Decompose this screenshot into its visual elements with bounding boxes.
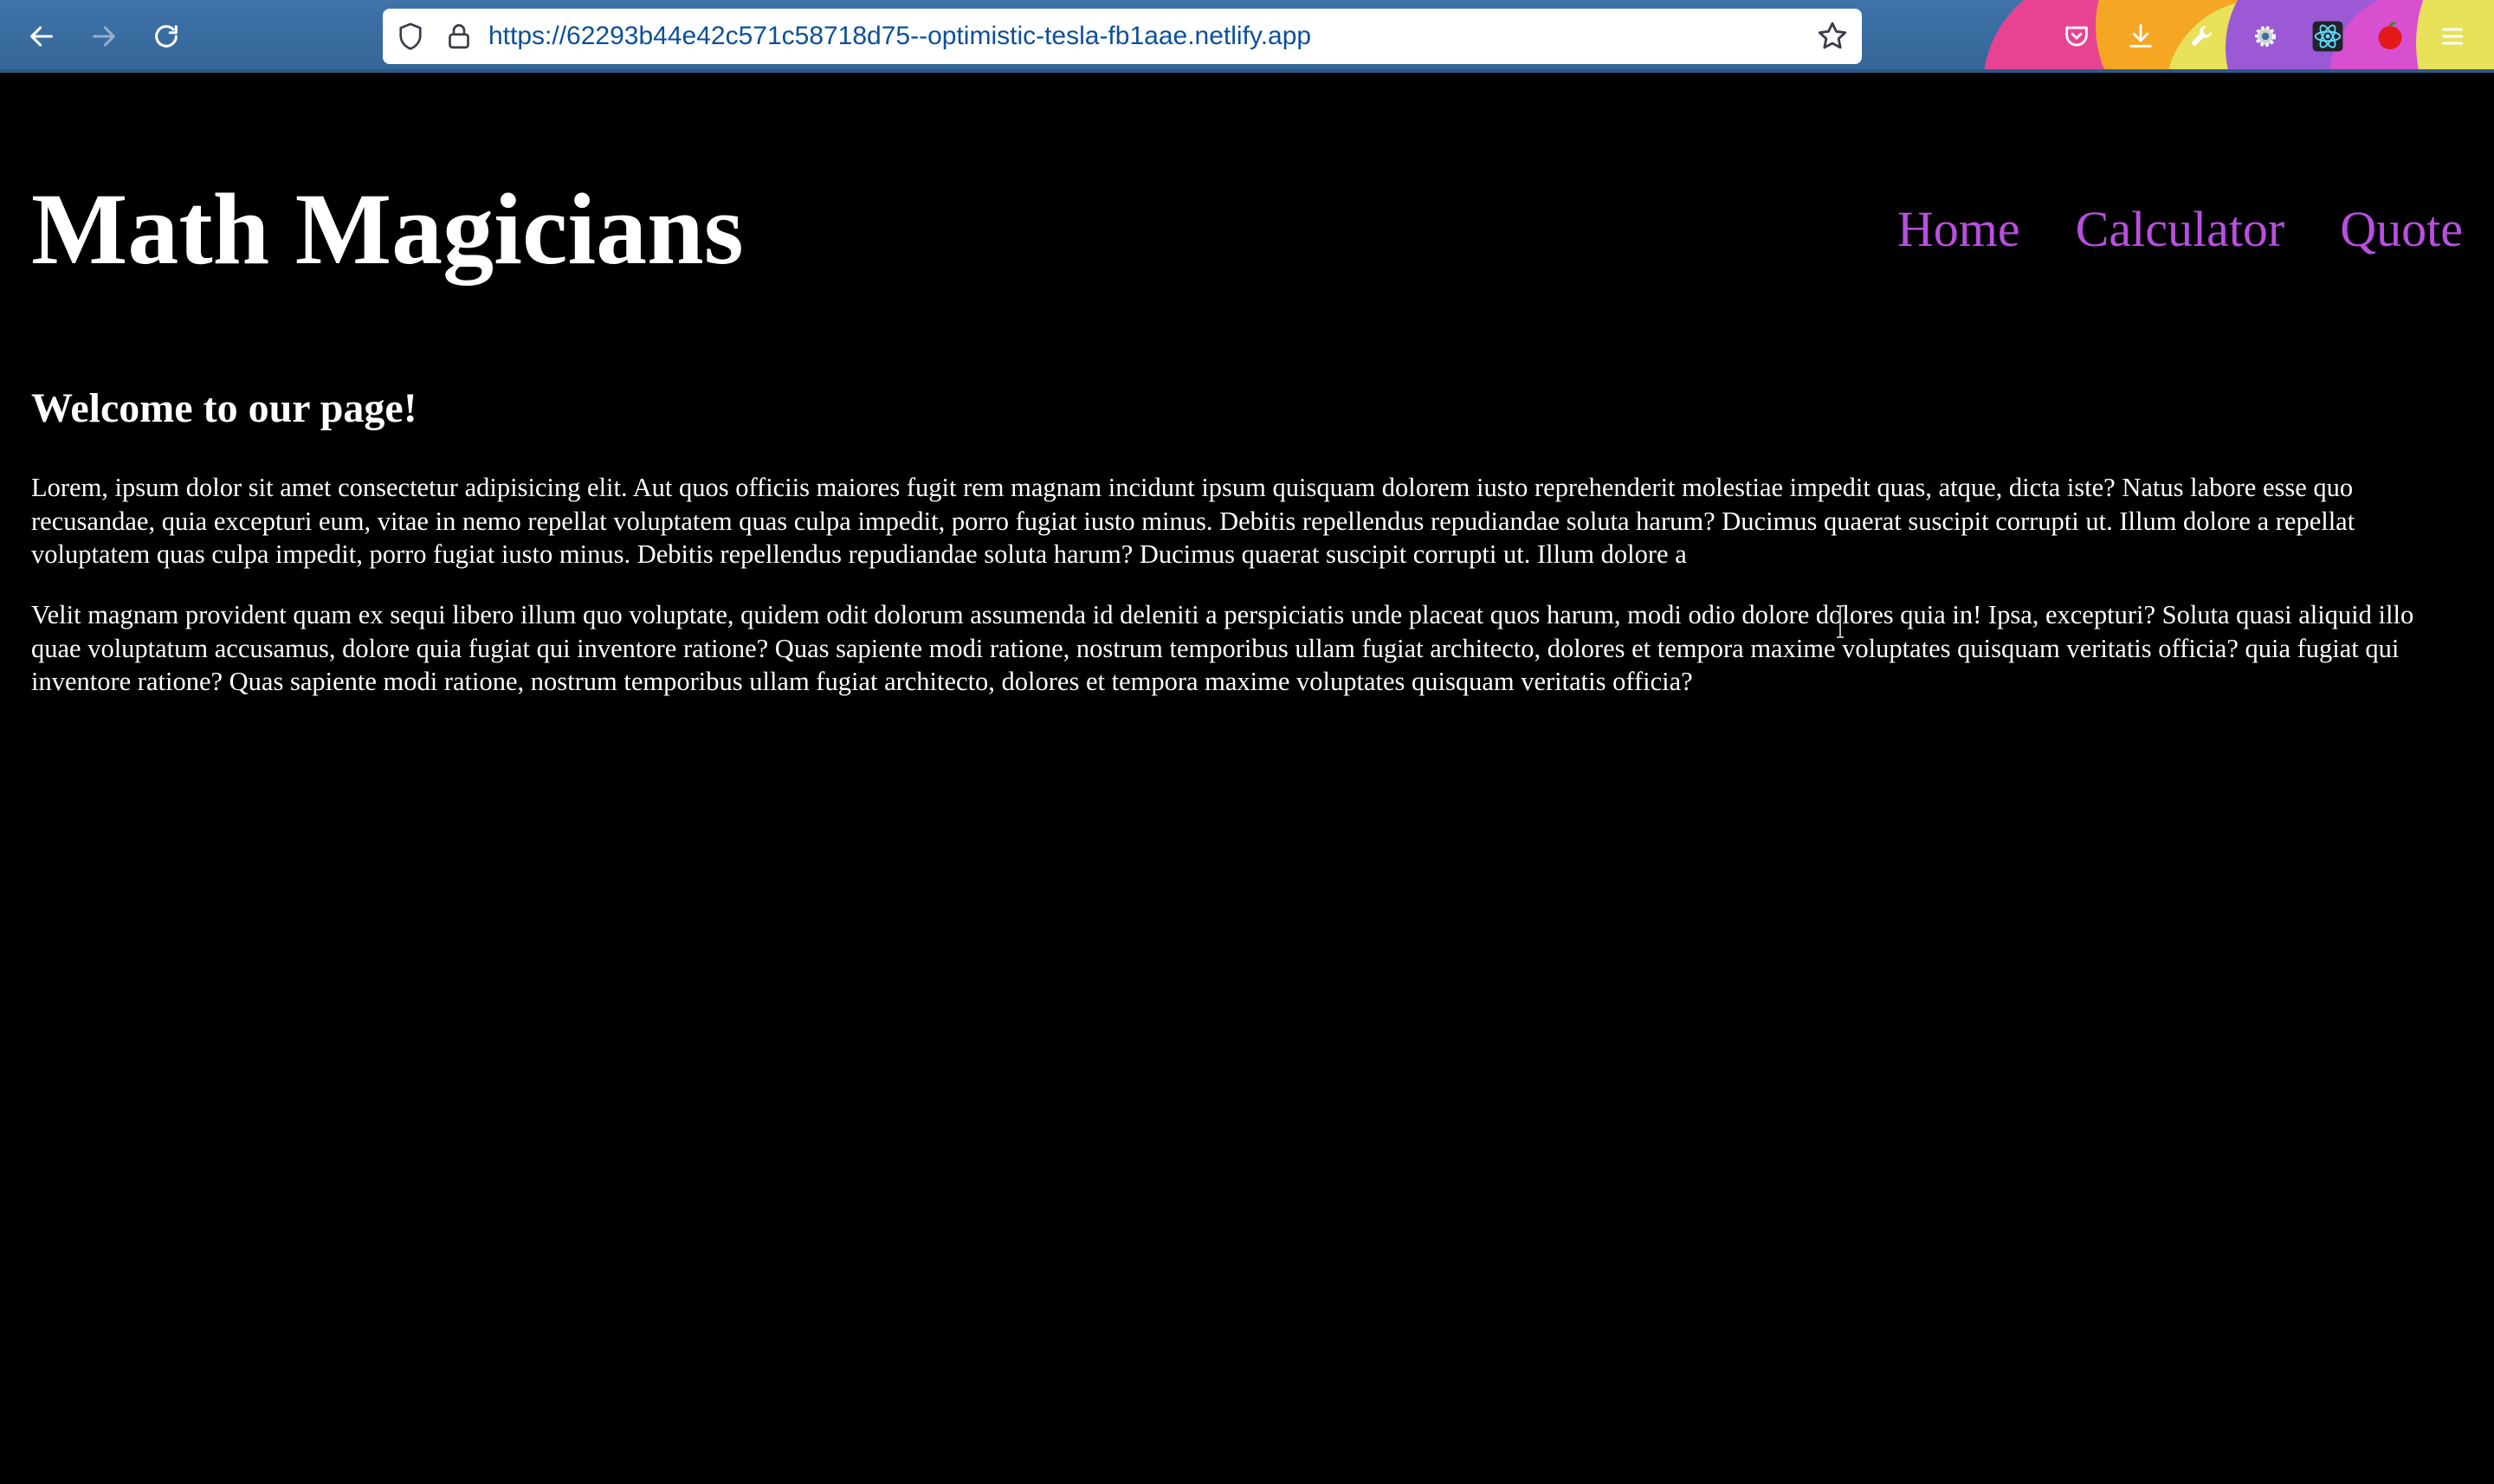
browser-window: https://62293b44e42c571c58718d75--optimi… bbox=[0, 0, 2494, 1484]
address-bar[interactable]: https://62293b44e42c571c58718d75--optimi… bbox=[383, 9, 1862, 64]
extension-button[interactable] bbox=[2371, 17, 2409, 55]
site-header: Math Magicians Home Calculator Quote bbox=[31, 173, 2463, 286]
arrow-right-icon bbox=[93, 26, 115, 47]
browser-toolbar: https://62293b44e42c571c58718d75--optimi… bbox=[0, 0, 2494, 73]
gear-icon bbox=[2254, 25, 2277, 48]
intro-paragraph-1: Lorem, ipsum dolor sit amet consectetur … bbox=[31, 473, 2355, 569]
settings-extension-button[interactable] bbox=[2246, 17, 2284, 55]
theme-decoration bbox=[1966, 0, 2494, 73]
reload-icon bbox=[155, 25, 178, 48]
text-cursor-icon bbox=[1837, 605, 1844, 638]
nav-link-quote[interactable]: Quote bbox=[2340, 182, 2463, 277]
shield-icon[interactable] bbox=[395, 21, 426, 52]
site-logo: Math Magicians bbox=[31, 172, 744, 286]
react-devtools-button[interactable] bbox=[2309, 17, 2347, 55]
intro-paragraph-2: Velit magnam provident quam ex sequi lib… bbox=[31, 600, 2414, 696]
extension-icon bbox=[2378, 22, 2402, 49]
wrench-icon bbox=[2192, 25, 2212, 46]
download-icon bbox=[2129, 23, 2152, 48]
url-text[interactable]: https://62293b44e42c571c58718d75--optimi… bbox=[488, 9, 1311, 64]
forward-button[interactable] bbox=[83, 16, 125, 57]
nav-link-calculator[interactable]: Calculator bbox=[2076, 182, 2285, 277]
react-devtools-icon bbox=[2312, 21, 2343, 52]
bookmark-star-icon[interactable] bbox=[1815, 19, 1850, 54]
devtools-button[interactable] bbox=[2184, 17, 2222, 55]
pocket-button[interactable] bbox=[2058, 17, 2096, 55]
main-nav: Home Calculator Quote bbox=[1897, 182, 2463, 277]
menu-button[interactable] bbox=[2433, 17, 2471, 55]
pocket-icon bbox=[2065, 26, 2088, 47]
back-button[interactable] bbox=[21, 16, 62, 57]
lock-icon[interactable] bbox=[443, 21, 475, 52]
menu-icon bbox=[2441, 28, 2464, 45]
nav-link-home[interactable]: Home bbox=[1897, 182, 2020, 277]
downloads-button[interactable] bbox=[2122, 17, 2160, 55]
arrow-left-icon bbox=[30, 26, 53, 47]
reload-button[interactable] bbox=[145, 16, 187, 57]
page-content: Math Magicians Home Calculator Quote Wel… bbox=[0, 73, 2494, 1484]
welcome-heading: Welcome to our page! bbox=[31, 385, 417, 431]
